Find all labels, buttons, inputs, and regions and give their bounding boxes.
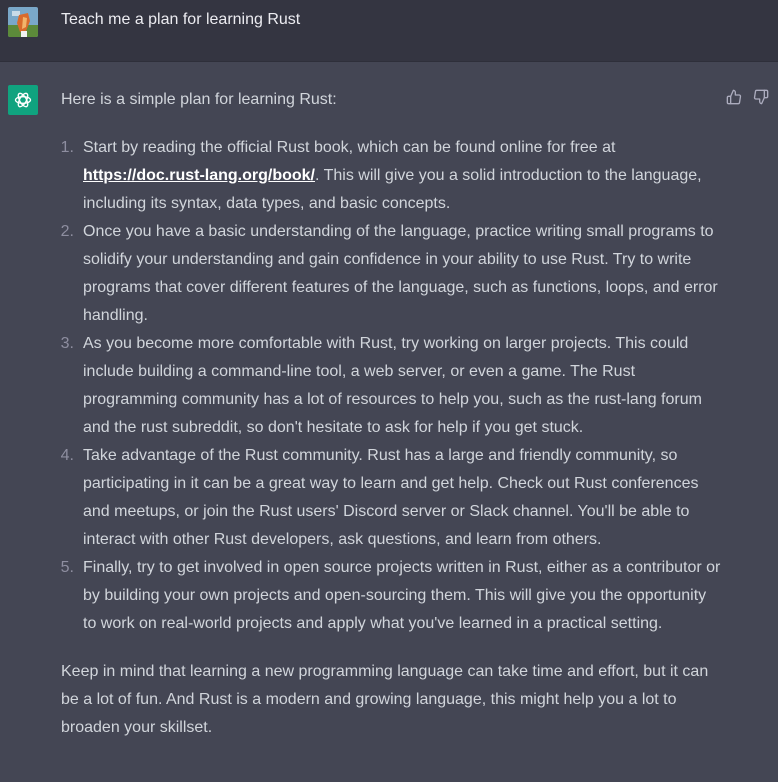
user-message-text: Teach me a plan for learning Rust: [61, 11, 301, 28]
list-item: 1. Start by reading the official Rust bo…: [61, 134, 721, 218]
list-item: 4. Take advantage of the Rust community.…: [61, 442, 721, 554]
list-number: 3.: [60, 335, 74, 352]
list-item: 5. Finally, try to get involved in open …: [61, 554, 721, 638]
list-number: 2.: [60, 223, 74, 240]
thumbs-up-icon[interactable]: [725, 88, 743, 106]
closing-text: Keep in mind that learning a new program…: [61, 663, 709, 736]
step-text: As you become more comfortable with Rust…: [83, 335, 702, 436]
list-number: 1.: [60, 139, 74, 156]
assistant-message-row: Here is a simple plan for learning Rust:…: [0, 62, 778, 782]
step-text-before: Start by reading the official Rust book,…: [83, 139, 616, 156]
user-avatar: [8, 7, 38, 37]
list-number: 5.: [60, 559, 74, 576]
step-text: Finally, try to get involved in open sou…: [83, 559, 721, 632]
user-message-row: Teach me a plan for learning Rust: [0, 0, 778, 62]
thumbs-down-icon[interactable]: [752, 88, 770, 106]
plan-list: 1. Start by reading the official Rust bo…: [61, 134, 721, 638]
intro-text: Here is a simple plan for learning Rust:: [61, 91, 337, 108]
step-text: Once you have a basic understanding of t…: [83, 223, 718, 324]
list-number: 4.: [60, 447, 74, 464]
openai-logo-icon: [8, 85, 38, 115]
assistant-message-content: Here is a simple plan for learning Rust:…: [61, 86, 721, 742]
list-item: 2. Once you have a basic understanding o…: [61, 218, 721, 330]
list-item: 3. As you become more comfortable with R…: [61, 330, 721, 442]
step-text: Take advantage of the Rust community. Ru…: [83, 447, 699, 548]
rust-book-link[interactable]: https://doc.rust-lang.org/book/: [83, 167, 315, 184]
